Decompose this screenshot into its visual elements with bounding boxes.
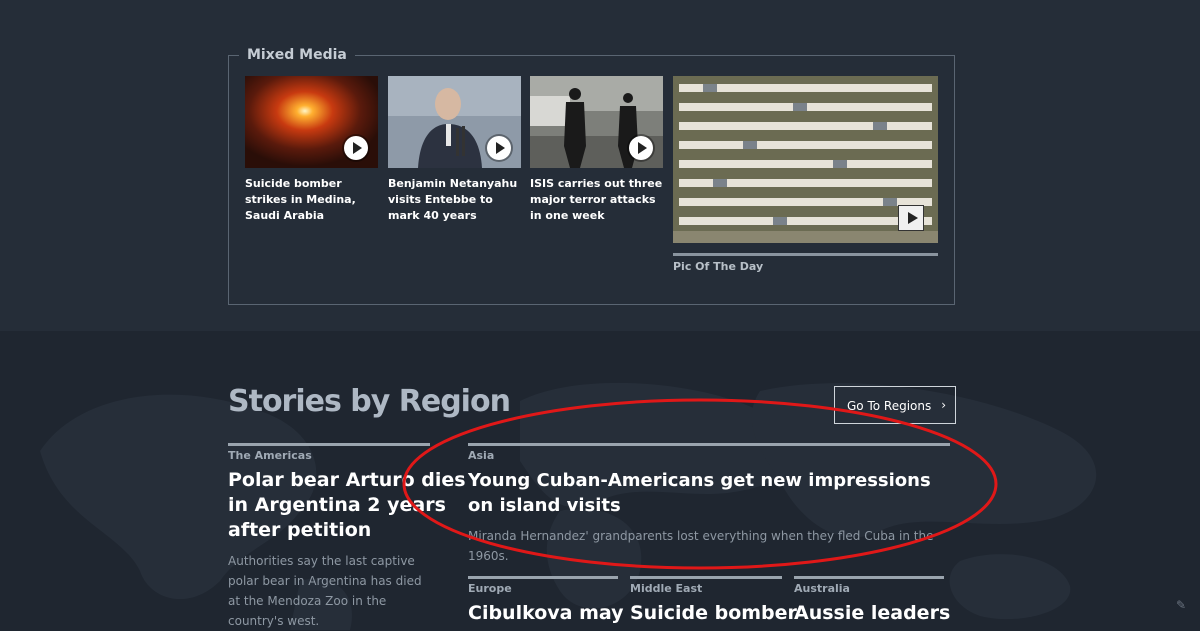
region-label[interactable]: Europe [468, 582, 618, 595]
divider [468, 443, 950, 446]
region-label[interactable]: Asia [468, 449, 950, 462]
divider [468, 576, 618, 579]
play-icon[interactable] [487, 136, 511, 160]
chevron-right-icon: › [941, 398, 946, 412]
story-headline[interactable]: Cibulkova may [468, 601, 624, 625]
story-headline[interactable]: Suicide bomber [630, 601, 797, 625]
media-thumbnail[interactable] [530, 76, 663, 168]
mixed-media-title: Mixed Media [239, 45, 355, 65]
story-summary: Authorities say the last captive polar b… [228, 554, 422, 628]
media-thumbnail[interactable] [388, 76, 521, 168]
divider [794, 576, 944, 579]
media-item-isis[interactable]: ISIS carries out three major terror atta… [530, 76, 663, 224]
pic-of-the-day-image[interactable] [673, 76, 938, 243]
divider [228, 443, 430, 446]
region-label[interactable]: The Americas [228, 449, 430, 462]
story-headline[interactable]: Aussie leaders [794, 601, 950, 625]
media-thumbnail[interactable] [245, 76, 378, 168]
media-caption[interactable]: Benjamin Netanyahu visits Entebbe to mar… [388, 176, 521, 224]
region-card-australia[interactable]: Australia Aussie leaders [794, 576, 950, 625]
region-card-asia[interactable]: Asia Young Cuban-Americans get new impre… [468, 443, 950, 566]
stories-by-region-title: Stories by Region [228, 384, 511, 419]
divider [673, 253, 938, 256]
mixed-media-panel: Mixed Media Suicide bomber strikes in Me… [228, 45, 955, 305]
story-headline[interactable]: Young Cuban-Americans get new impression… [468, 468, 950, 518]
cropped-text-fragment: ~~~~ [250, 0, 280, 3]
go-to-regions-button[interactable]: Go To Regions › [834, 386, 956, 424]
region-card-americas[interactable]: The Americas Polar bear Arturo dies in A… [228, 443, 466, 631]
story-headline[interactable]: Polar bear Arturo dies in Argentina 2 ye… [228, 468, 468, 543]
media-item-medina[interactable]: Suicide bomber strikes in Medina, Saudi … [245, 76, 378, 224]
pic-of-the-day[interactable]: Pic Of The Day [673, 76, 938, 273]
region-label[interactable]: Middle East [630, 582, 782, 595]
play-icon[interactable] [629, 136, 653, 160]
pen-icon: ✎ [1176, 598, 1187, 612]
play-icon[interactable] [344, 136, 368, 160]
region-card-middle-east[interactable]: Middle East Suicide bomber [630, 576, 797, 625]
divider [630, 576, 782, 579]
pic-of-the-day-label[interactable]: Pic Of The Day [673, 260, 938, 273]
media-item-netanyahu[interactable]: Benjamin Netanyahu visits Entebbe to mar… [388, 76, 521, 224]
region-card-europe[interactable]: Europe Cibulkova may [468, 576, 624, 625]
story-summary: Miranda Hernandez' grandparents lost eve… [468, 529, 934, 563]
media-caption[interactable]: Suicide bomber strikes in Medina, Saudi … [245, 176, 378, 224]
play-icon[interactable] [898, 205, 924, 231]
go-to-regions-label: Go To Regions [847, 399, 932, 413]
region-label[interactable]: Australia [794, 582, 944, 595]
media-caption[interactable]: ISIS carries out three major terror atta… [530, 176, 663, 224]
